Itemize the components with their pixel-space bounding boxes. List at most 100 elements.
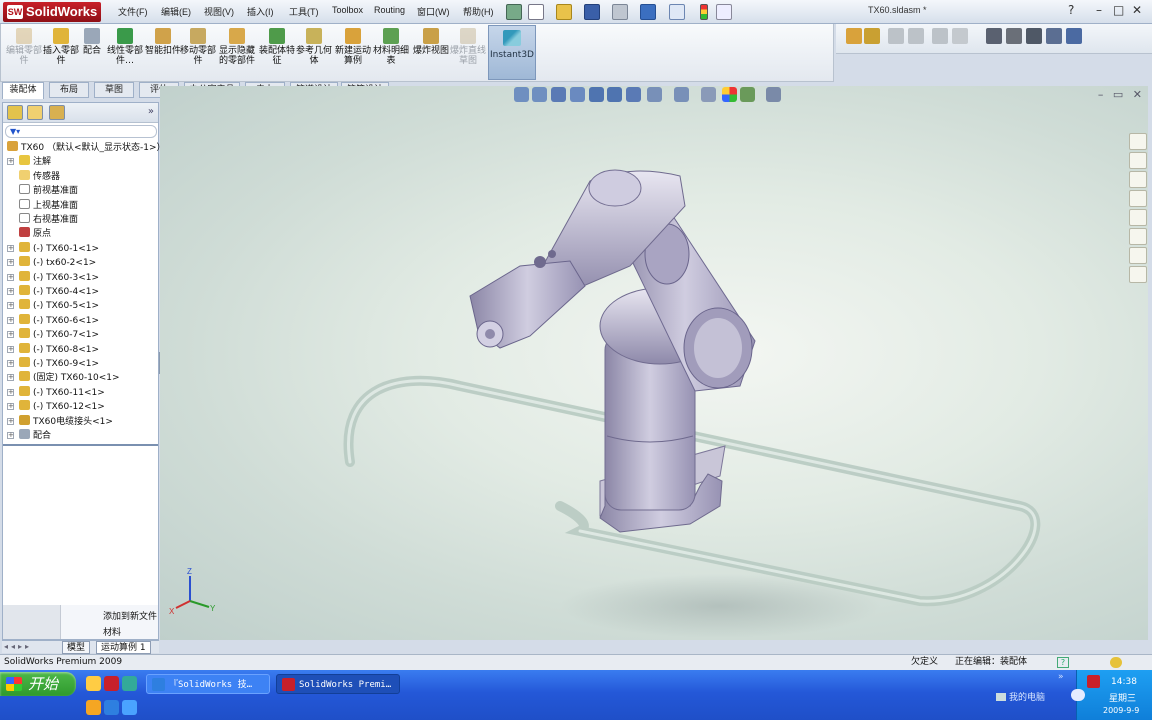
- measure-icon[interactable]: [952, 28, 968, 44]
- check-icon[interactable]: [864, 28, 880, 44]
- quicklaunch-mail-icon[interactable]: [86, 676, 101, 691]
- menu-insert[interactable]: 插入(I): [247, 5, 274, 18]
- model-3d-view[interactable]: Z Y X: [160, 86, 1148, 640]
- menu-routing[interactable]: Routing: [374, 5, 405, 15]
- tree-expand-icon[interactable]: +: [7, 403, 14, 411]
- tree-expand-icon[interactable]: +: [7, 316, 14, 324]
- options-icon[interactable]: [716, 4, 732, 20]
- menu-tools[interactable]: 工具(T): [289, 5, 319, 18]
- tab-layout[interactable]: 布局: [49, 82, 89, 98]
- new-motion-study-button[interactable]: 新建运动算例: [333, 28, 373, 80]
- quicklaunch-solidworks-icon[interactable]: [104, 676, 119, 691]
- tree-root-assembly[interactable]: TX60 （默认<默认_显示状态-1>）: [7, 141, 166, 155]
- tree-item[interactable]: (-) TX60-5<1>: [19, 299, 99, 313]
- tree-item[interactable]: 前视基准面: [19, 184, 78, 198]
- file-explorer-icon[interactable]: [1129, 171, 1147, 188]
- status-help-icon[interactable]: ?: [1057, 657, 1069, 668]
- section-icon[interactable]: [986, 28, 1002, 44]
- tree-item[interactable]: TX60电缆接头<1>: [19, 414, 113, 429]
- tab-model[interactable]: 模型: [62, 641, 91, 654]
- design-library-icon[interactable]: [1129, 152, 1147, 169]
- quicklaunch-ie-icon[interactable]: [104, 700, 119, 715]
- exploded-view-button[interactable]: 爆炸视图: [411, 28, 451, 80]
- tree-item[interactable]: (-) TX60-11<1>: [19, 385, 105, 400]
- instant3d-button[interactable]: Instant3D: [488, 25, 536, 80]
- interference-icon[interactable]: [888, 28, 904, 44]
- tree-item[interactable]: (-) tx60-2<1>: [19, 256, 96, 270]
- tree-item[interactable]: (-) TX60-4<1>: [19, 285, 99, 299]
- rebuild-icon[interactable]: [700, 4, 708, 20]
- tab-sketch[interactable]: 草图: [94, 82, 134, 98]
- propertymanager-tab-icon[interactable]: [27, 105, 43, 120]
- tree-item[interactable]: (-) TX60-12<1>: [19, 400, 105, 414]
- tree-item[interactable]: (-) TX60-1<1>: [19, 241, 99, 256]
- menu-view[interactable]: 视图(V): [204, 5, 234, 18]
- tree-expand-icon[interactable]: +: [7, 158, 14, 166]
- photo-icon[interactable]: [1046, 28, 1062, 44]
- configuration-tab-icon[interactable]: [49, 105, 65, 120]
- tree-expand-icon[interactable]: +: [7, 331, 14, 339]
- linear-pattern-button[interactable]: 线性零部件…: [105, 28, 145, 80]
- tray-expand-icon[interactable]: »: [1058, 672, 1064, 682]
- tree-filter[interactable]: ▼▾: [5, 125, 157, 138]
- tree-expand-icon[interactable]: +: [7, 432, 14, 439]
- minimize-button[interactable]: –: [1096, 3, 1102, 17]
- tree-item[interactable]: (-) TX60-3<1>: [19, 270, 99, 285]
- tree-expand-icon[interactable]: +: [7, 259, 14, 267]
- tray-time[interactable]: 14:38: [1111, 677, 1137, 687]
- move-component-button[interactable]: 移动零部件: [178, 28, 218, 80]
- tree-item[interactable]: 原点: [19, 227, 51, 241]
- taskbar-browser-window[interactable]: 『SolidWorks 技…: [146, 674, 270, 694]
- tree-expand-icon[interactable]: +: [7, 302, 14, 310]
- tab-scroll-arrows-icon[interactable]: ◂◂▸▸: [4, 642, 32, 651]
- tree-expand-icon[interactable]: +: [7, 273, 14, 281]
- tab-motion-study-1[interactable]: 运动算例 1: [96, 641, 151, 654]
- tray-network-icon[interactable]: [1071, 689, 1085, 701]
- tree-item[interactable]: 注解: [19, 155, 51, 169]
- select-cursor-icon[interactable]: [669, 4, 685, 20]
- tray-app-icon[interactable]: [1087, 675, 1100, 688]
- hole-align-icon[interactable]: [932, 28, 948, 44]
- menu-window[interactable]: 窗口(W): [417, 5, 450, 18]
- tree-expand-icon[interactable]: +: [7, 345, 14, 353]
- taskbar-solidworks-window[interactable]: SolidWorks Premi…: [276, 674, 400, 694]
- tree-item[interactable]: 传感器: [19, 169, 60, 184]
- tree-expand-icon[interactable]: +: [7, 417, 14, 425]
- show-hidden-button[interactable]: 显示隐藏的零部件: [217, 28, 257, 80]
- rebuild-status-icon[interactable]: [1110, 657, 1122, 668]
- quicklaunch-media-icon[interactable]: [86, 700, 101, 715]
- tree-item[interactable]: (-) TX60-7<1>: [19, 328, 99, 342]
- document-recovery-icon[interactable]: [1129, 266, 1147, 283]
- quicklaunch-app-icon[interactable]: [122, 676, 137, 691]
- tree-item[interactable]: (-) TX60-8<1>: [19, 342, 99, 357]
- tree-expand-icon[interactable]: +: [7, 374, 14, 382]
- pin-icon[interactable]: [506, 4, 522, 20]
- tree-item[interactable]: 右视基准面: [19, 213, 78, 227]
- add-to-new-file-label[interactable]: 添加到新文件: [103, 609, 157, 622]
- tree-expand-icon[interactable]: +: [7, 360, 14, 367]
- clearance-icon[interactable]: [908, 28, 924, 44]
- start-button[interactable]: 开始: [0, 672, 76, 696]
- tree-expand-icon[interactable]: +: [7, 388, 14, 396]
- tree-item[interactable]: (-) TX60-9<1>: [19, 357, 99, 371]
- tree-item[interactable]: (-) TX60-6<1>: [19, 313, 99, 328]
- search-icon[interactable]: [1129, 190, 1147, 207]
- material-label[interactable]: 材料: [103, 625, 121, 638]
- my-computer-shortcut[interactable]: 我的电脑: [996, 690, 1045, 703]
- smart-fastener-button[interactable]: 智能扣件: [143, 28, 183, 80]
- maximize-button[interactable]: □: [1113, 3, 1124, 17]
- mass-properties-icon[interactable]: [1006, 28, 1022, 44]
- solidworks-logo[interactable]: SW SolidWorks: [3, 2, 101, 22]
- help-icon[interactable]: ?: [1068, 3, 1074, 17]
- tree-item[interactable]: (固定) TX60-10<1>: [19, 371, 120, 385]
- menu-edit[interactable]: 编辑(E): [161, 5, 191, 18]
- edit-component-button[interactable]: 编辑零部件: [4, 28, 44, 80]
- graphics-area[interactable]: – ▭ ✕ Z Y X: [160, 86, 1148, 640]
- menu-help[interactable]: 帮助(H): [463, 5, 494, 18]
- ring-icon[interactable]: [846, 28, 862, 44]
- panel-splitter[interactable]: [3, 444, 158, 446]
- tree-item[interactable]: 配合: [19, 429, 51, 443]
- close-button[interactable]: ✕: [1132, 3, 1142, 17]
- menu-file[interactable]: 文件(F): [118, 5, 148, 18]
- reference-geometry-button[interactable]: 参考几何体: [294, 28, 334, 80]
